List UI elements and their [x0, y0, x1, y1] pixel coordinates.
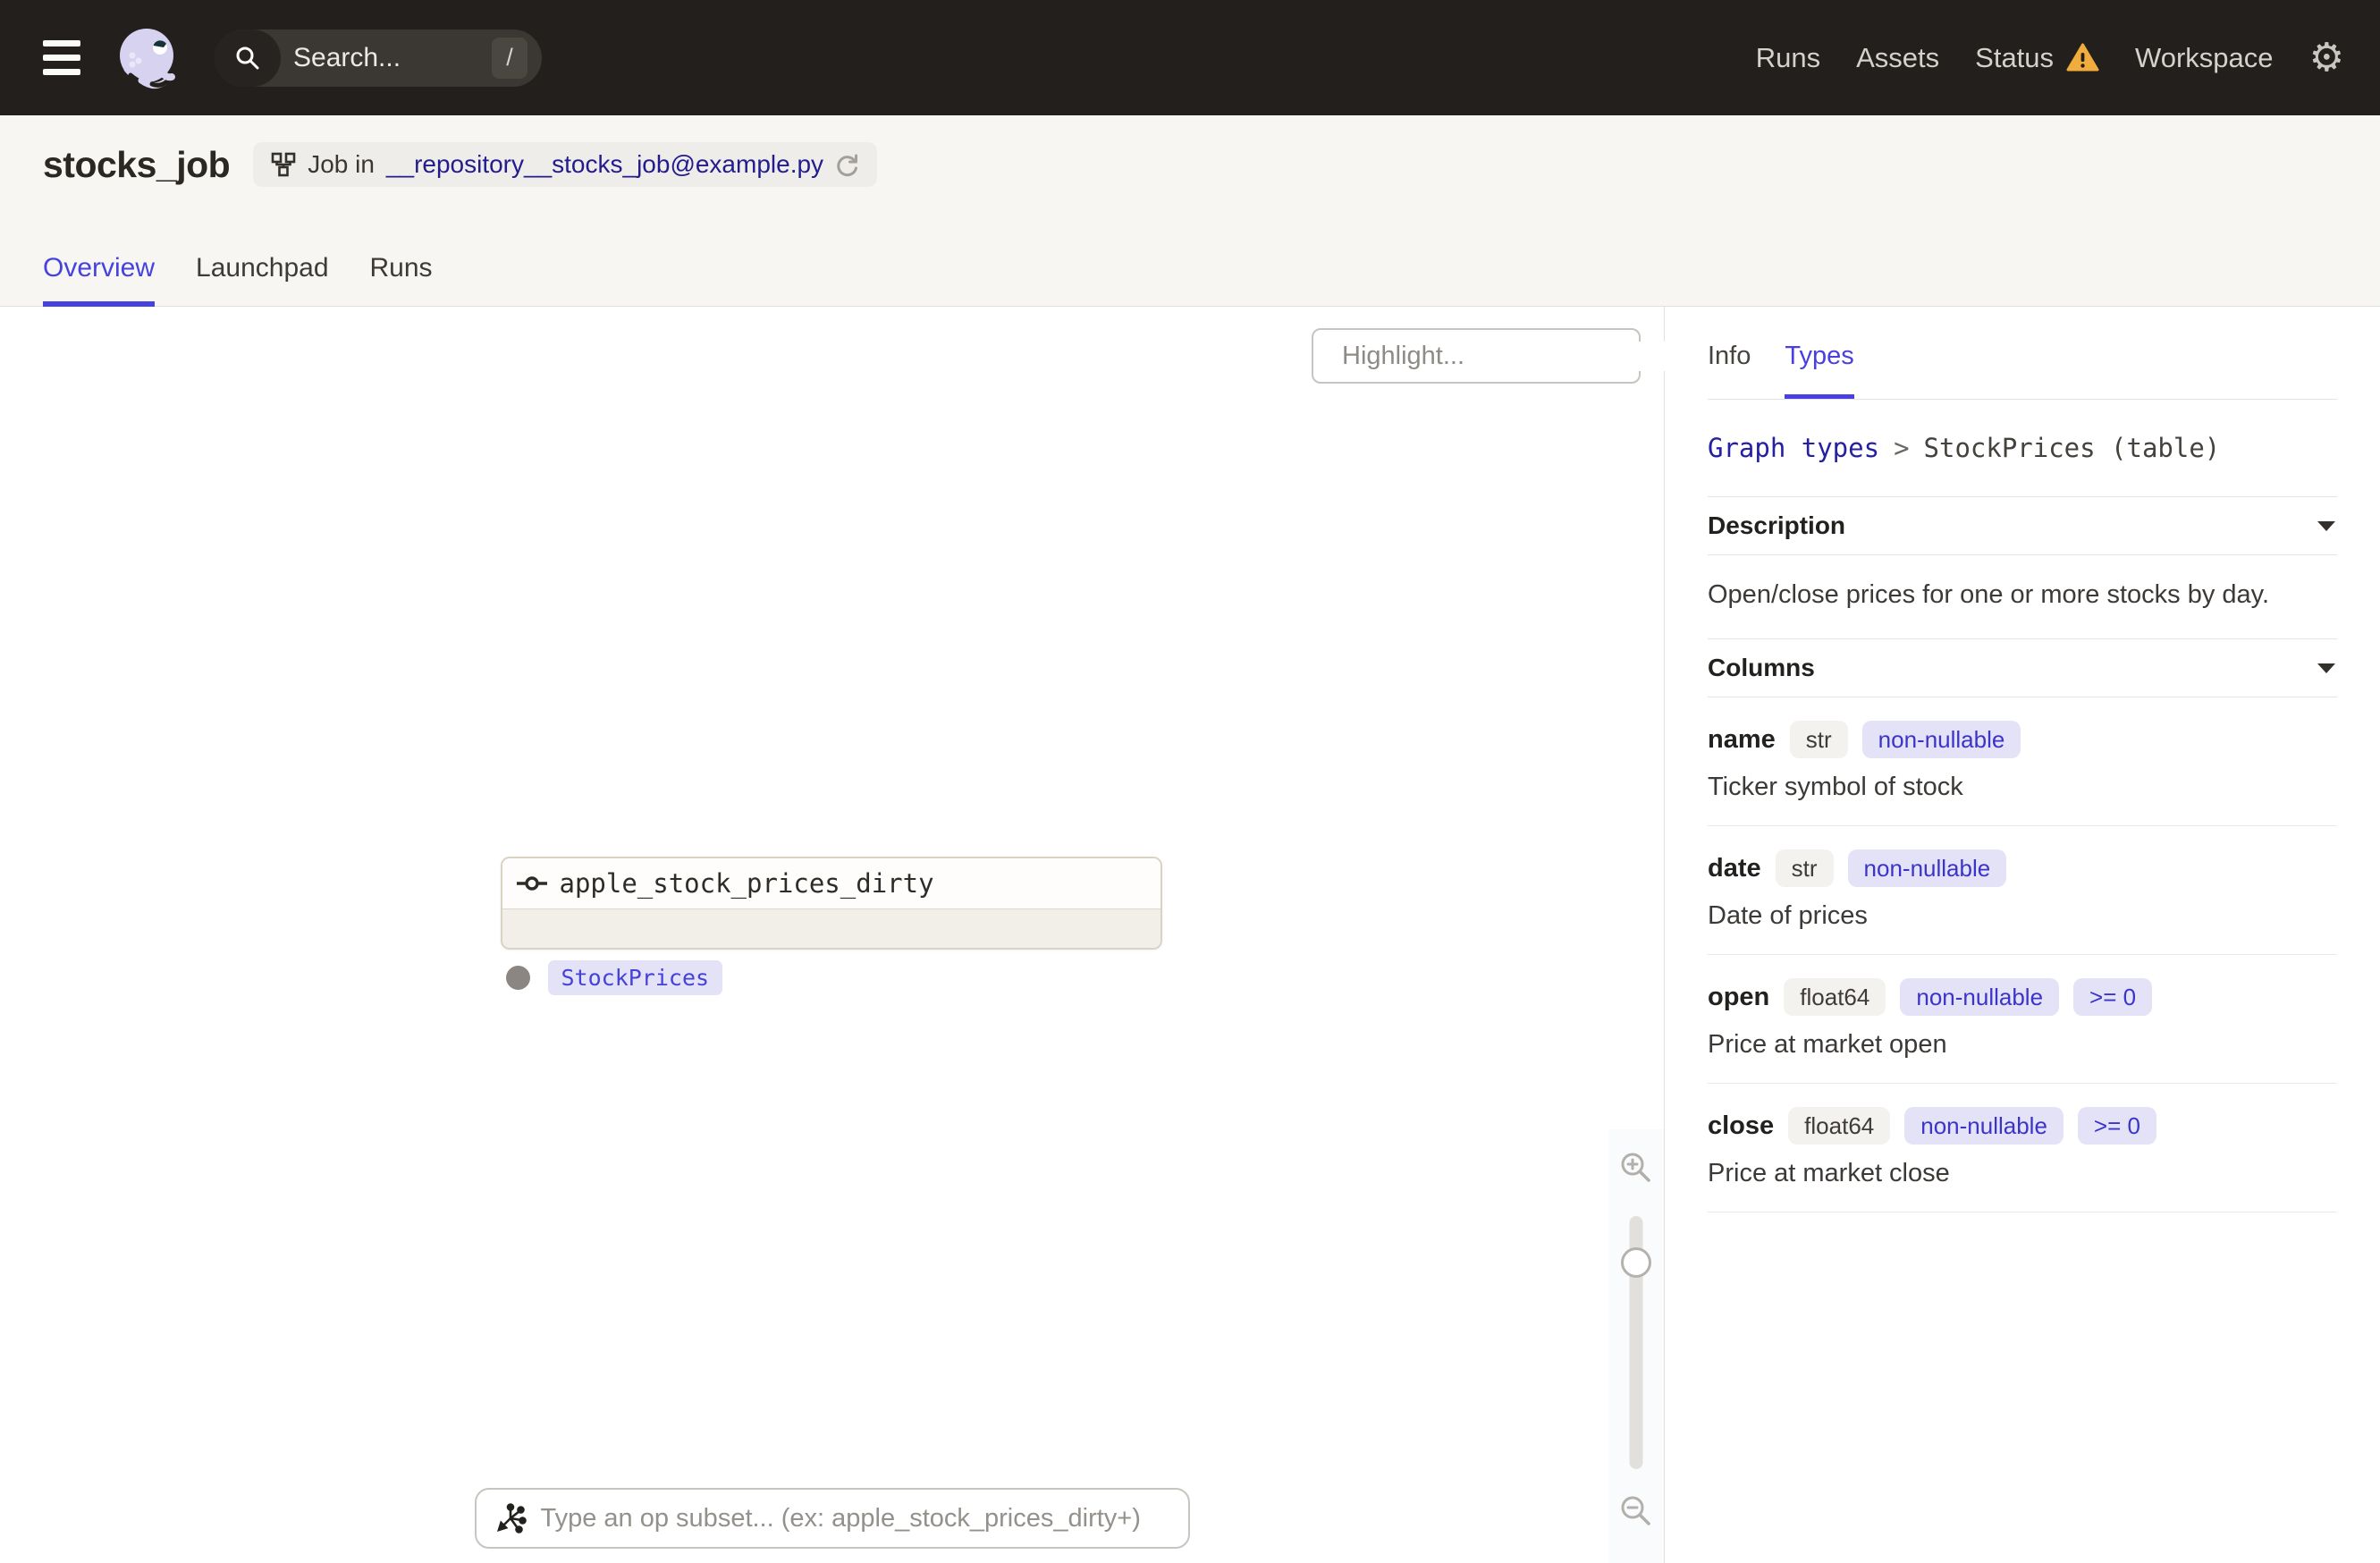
page-title: stocks_job [43, 143, 231, 185]
nav-link-workspace[interactable]: Workspace [2135, 42, 2274, 74]
column-name: open [1708, 982, 1770, 1011]
nav-link-assets[interactable]: Assets [1856, 42, 1939, 74]
column-constraint-pill: non-nullable [1861, 721, 2021, 758]
column-type-pill: str [1775, 849, 1834, 887]
op-node-group: apple_stock_prices_dirty StockPrices [500, 857, 1162, 995]
job-tabs: Overview Launchpad Runs [43, 253, 2337, 307]
page-header: stocks_job Job in __repository__stocks_j… [0, 115, 2380, 307]
op-selector-icon [496, 1503, 527, 1533]
tab-info[interactable]: Info [1708, 342, 1751, 399]
column-constraint-pill: non-nullable [1904, 1107, 2064, 1145]
op-node[interactable]: apple_stock_prices_dirty [500, 857, 1162, 950]
highlight-search[interactable] [1312, 328, 1679, 384]
tab-launchpad[interactable]: Launchpad [196, 253, 328, 307]
column-constraint-pill: non-nullable [1900, 978, 2060, 1016]
description-body: Open/close prices for one or more stocks… [1708, 555, 2337, 639]
column-name: name [1708, 724, 1776, 754]
job-location-badge: Job in __repository__stocks_job@example.… [253, 142, 878, 187]
slash-shortcut-badge: / [492, 37, 527, 79]
column-row: close float64 non-nullable >= 0 Price at… [1708, 1084, 2337, 1212]
zoom-in-icon[interactable] [1619, 1151, 1653, 1185]
nav-link-status[interactable]: Status [1975, 42, 2099, 74]
column-type-pill: str [1789, 721, 1848, 758]
tab-types[interactable]: Types [1785, 342, 1854, 399]
column-description: Price at market close [1708, 1159, 1950, 1187]
chevron-down-icon [2317, 520, 2335, 531]
job-graph-icon [271, 152, 296, 177]
column-constraint-pill: >= 0 [2073, 978, 2153, 1016]
nav-link-runs[interactable]: Runs [1756, 42, 1820, 74]
column-type-pill: float64 [1784, 978, 1886, 1016]
op-subset-filter[interactable] [474, 1488, 1190, 1549]
description-section-header[interactable]: Description [1708, 497, 2337, 555]
job-repository-link[interactable]: __repository__stocks_job@example.py [386, 150, 823, 179]
column-row: name str non-nullable Ticker symbol of s… [1708, 697, 2337, 826]
search-input[interactable] [293, 42, 481, 73]
columns-section-header[interactable]: Columns [1708, 639, 2337, 697]
hamburger-menu-icon[interactable] [43, 40, 80, 75]
sidebar-tabs: Info Types [1708, 307, 2337, 400]
search-icon [215, 29, 281, 87]
chevron-down-icon [2317, 663, 2335, 673]
warning-icon [2066, 43, 2099, 72]
column-description: Ticker symbol of stock [1708, 773, 1963, 801]
breadcrumb: Graph types > StockPrices (table) [1708, 400, 2337, 497]
column-constraint-pill: >= 0 [2077, 1107, 2156, 1145]
op-node-body [502, 908, 1160, 948]
op-node-title: apple_stock_prices_dirty [559, 868, 934, 899]
reload-icon[interactable] [835, 153, 859, 177]
column-name: close [1708, 1111, 1775, 1140]
column-description: Price at market open [1708, 1030, 1947, 1059]
breadcrumb-current: StockPrices (table) [1923, 433, 2221, 463]
top-nav: / Runs Assets Status Workspace ⚙ [0, 0, 2380, 115]
tab-runs[interactable]: Runs [370, 253, 433, 307]
column-type-pill: float64 [1788, 1107, 1891, 1145]
breadcrumb-separator: > [1894, 433, 1910, 463]
column-row: open float64 non-nullable >= 0 Price at … [1708, 955, 2337, 1084]
job-badge-prefix: Job in [308, 150, 375, 178]
op-subset-input[interactable] [540, 1503, 1170, 1533]
output-type-chip[interactable]: StockPrices [547, 960, 723, 995]
zoom-slider-thumb[interactable] [1621, 1247, 1651, 1278]
column-name: date [1708, 853, 1761, 883]
column-constraint-pill: non-nullable [1847, 849, 2007, 887]
zoom-controls [1608, 1129, 1664, 1563]
dagster-logo[interactable] [111, 23, 181, 93]
op-graph-pane[interactable]: apple_stock_prices_dirty StockPrices [0, 307, 1679, 1563]
breadcrumb-graph-types-link[interactable]: Graph types [1708, 433, 1879, 463]
op-io-icon [516, 876, 547, 891]
column-row: date str non-nullable Date of prices [1708, 826, 2337, 955]
type-sidebar: Info Types Graph types > StockPrices (ta… [1665, 307, 2380, 1563]
global-search[interactable]: / [215, 29, 542, 87]
gear-icon[interactable]: ⚙ [2309, 38, 2344, 78]
output-port[interactable] [505, 966, 530, 990]
tab-overview[interactable]: Overview [43, 253, 156, 307]
highlight-input[interactable] [1342, 341, 1679, 371]
column-description: Date of prices [1708, 901, 1868, 930]
zoom-out-icon[interactable] [1619, 1494, 1653, 1528]
